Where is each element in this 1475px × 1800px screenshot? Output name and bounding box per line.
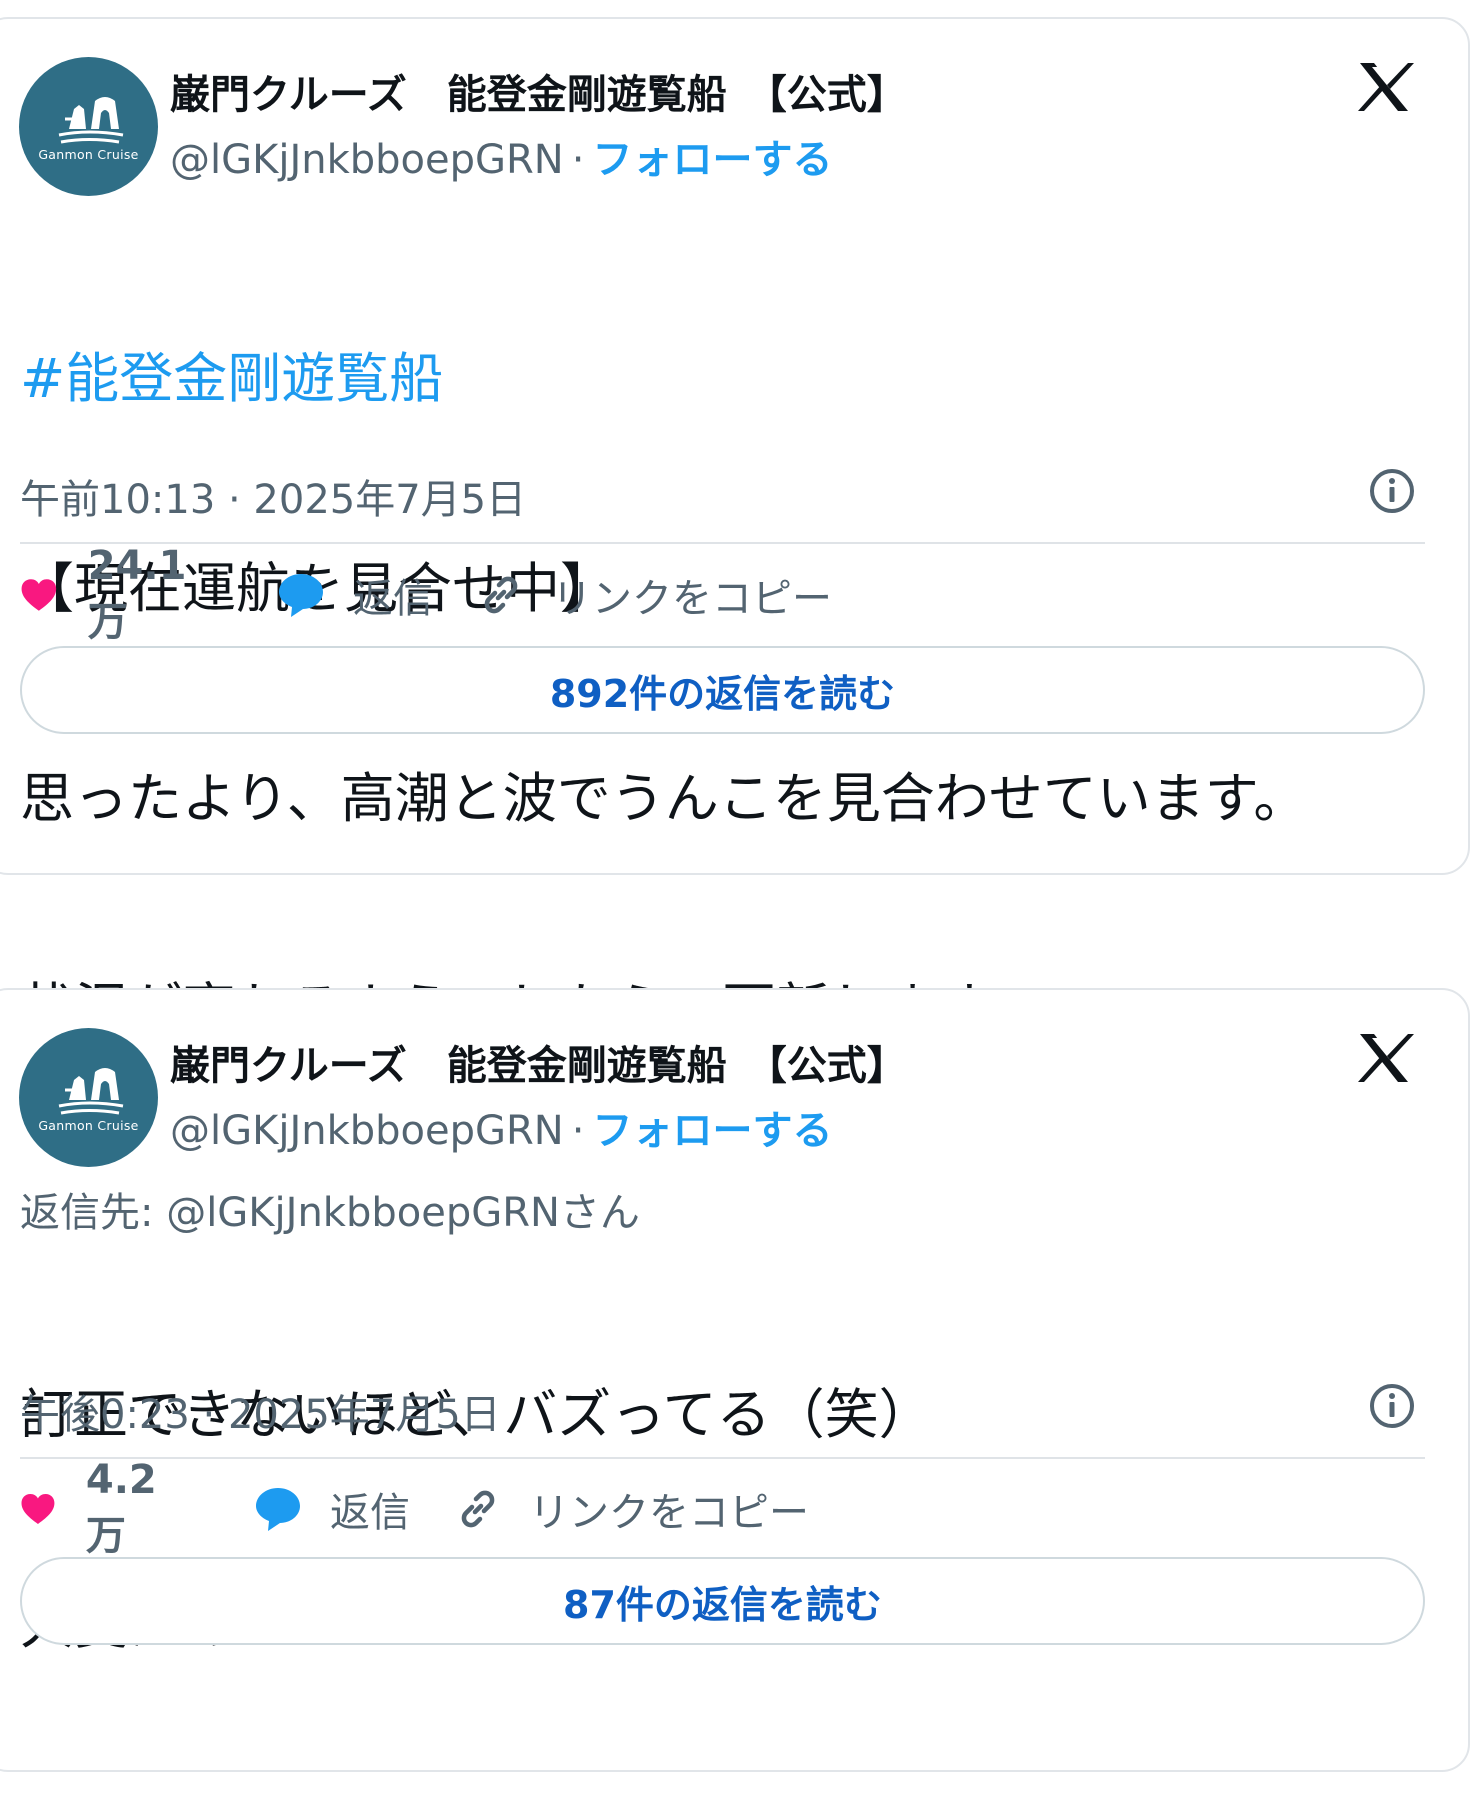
post-timestamp[interactable]: 午前10:13 · 2025年7月5日 bbox=[20, 467, 526, 525]
follow-button[interactable]: フォローする bbox=[592, 1108, 832, 1154]
info-icon[interactable] bbox=[1368, 1382, 1416, 1430]
author-handle-line: @lGKjJnkbboepGRN · フォローする bbox=[170, 1098, 832, 1156]
copy-link-button[interactable]: リンクをコピー bbox=[455, 1481, 809, 1537]
post-text-line: 思ったより、高潮と波でうんこを見合わせています。 bbox=[20, 767, 1308, 830]
hashtag-link[interactable]: #能登金剛遊覧船 bbox=[20, 344, 1307, 414]
avatar[interactable]: Ganmon Cruise bbox=[19, 1028, 158, 1167]
follow-button[interactable]: フォローする bbox=[592, 137, 832, 183]
avatar-brand-text: Ganmon Cruise bbox=[38, 1118, 139, 1133]
post-timestamp[interactable]: 午後0:23 · 2025年7月5日 bbox=[20, 1382, 501, 1440]
copy-link-label: リンクをコピー bbox=[529, 1490, 809, 1536]
reply-label: 返信 bbox=[353, 576, 433, 622]
x-logo-icon[interactable] bbox=[1358, 1032, 1414, 1084]
divider bbox=[20, 1457, 1425, 1459]
like-button[interactable]: 4.2万 bbox=[20, 1457, 169, 1559]
separator-dot: · bbox=[571, 137, 585, 183]
read-replies-button[interactable]: 87件の返信を読む bbox=[20, 1557, 1425, 1645]
reply-button[interactable]: 返信 bbox=[254, 1481, 410, 1537]
heart-icon bbox=[21, 579, 57, 611]
post-card: Ganmon Cruise 巌門クルーズ 能登金剛遊覧船 【公式】 @lGKjJ… bbox=[0, 17, 1470, 1040]
like-button[interactable]: 24.1万 bbox=[20, 543, 197, 645]
heart-icon bbox=[21, 1494, 55, 1524]
avatar-brand-text: Ganmon Cruise bbox=[38, 147, 139, 162]
author-handle[interactable]: @lGKjJnkbboepGRN bbox=[170, 1108, 564, 1154]
speech-bubble-icon bbox=[279, 574, 323, 617]
author-handle-line: @lGKjJnkbboepGRN · フォローする bbox=[170, 127, 832, 185]
reply-button[interactable]: 返信 bbox=[277, 567, 433, 623]
separator-dot: · bbox=[571, 1108, 585, 1154]
reply-to-line[interactable]: 返信先: @lGKjJnkbboepGRNさん bbox=[20, 1180, 640, 1238]
author-name[interactable]: 巌門クルーズ 能登金剛遊覧船 【公式】 bbox=[170, 1033, 907, 1091]
link-icon bbox=[484, 576, 518, 614]
post-card: Ganmon Cruise 巌門クルーズ 能登金剛遊覧船 【公式】 @lGKjJ… bbox=[0, 988, 1470, 1772]
ganmon-rock-icon bbox=[58, 97, 124, 144]
avatar[interactable]: Ganmon Cruise bbox=[19, 57, 158, 196]
reply-label: 返信 bbox=[330, 1490, 410, 1536]
speech-bubble-icon bbox=[256, 1488, 300, 1531]
read-replies-button[interactable]: 892件の返信を読む bbox=[20, 646, 1425, 734]
copy-link-label: リンクをコピー bbox=[552, 576, 832, 622]
copy-link-button[interactable]: リンクをコピー bbox=[478, 567, 832, 623]
ganmon-rock-icon bbox=[58, 1068, 124, 1115]
link-icon bbox=[461, 1490, 495, 1528]
author-handle[interactable]: @lGKjJnkbboepGRN bbox=[170, 137, 564, 183]
x-logo-icon[interactable] bbox=[1358, 61, 1414, 113]
divider bbox=[20, 542, 1425, 544]
like-count: 24.1万 bbox=[87, 543, 187, 645]
author-name[interactable]: 巌門クルーズ 能登金剛遊覧船 【公式】 bbox=[170, 62, 907, 120]
like-count: 4.2万 bbox=[85, 1457, 157, 1559]
info-icon[interactable] bbox=[1368, 467, 1416, 515]
